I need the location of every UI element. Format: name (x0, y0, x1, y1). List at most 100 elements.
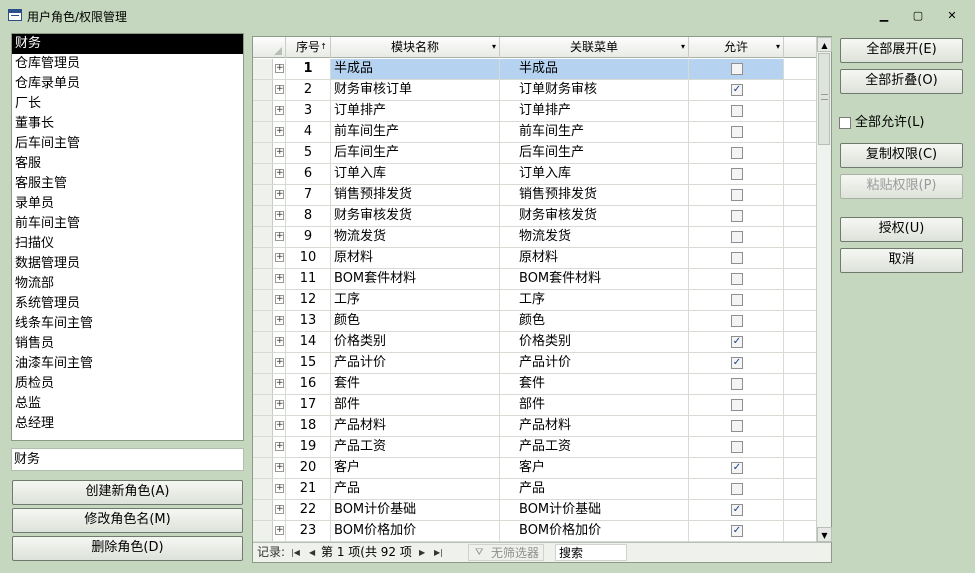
allow-checkbox[interactable]: ✓ (731, 84, 743, 96)
dropdown-arrow-icon[interactable]: ▾ (492, 37, 496, 57)
filter-button[interactable]: ⛛ 无筛选器 (468, 544, 545, 561)
expander-cell[interactable]: + (273, 269, 286, 289)
row-selector[interactable] (253, 206, 273, 226)
role-list-item[interactable]: 后车间主管 (12, 134, 243, 154)
row-selector[interactable] (253, 164, 273, 184)
table-row[interactable]: +18 产品材料 产品材料 (253, 416, 816, 437)
expander-cell[interactable]: + (273, 290, 286, 310)
table-row[interactable]: +14 价格类别 价格类别 ✓ (253, 332, 816, 353)
row-selector[interactable] (253, 290, 273, 310)
seq-cell[interactable]: 3 (286, 101, 331, 121)
role-list-item[interactable]: 厂长 (12, 94, 243, 114)
role-list-item[interactable]: 系统管理员 (12, 294, 243, 314)
allow-cell[interactable] (689, 122, 784, 142)
table-row[interactable]: +20 客户 客户 ✓ (253, 458, 816, 479)
seq-cell[interactable]: 12 (286, 290, 331, 310)
expand-all-button[interactable]: 全部展开(E) (840, 38, 963, 63)
table-row[interactable]: +5 后车间生产 后车间生产 (253, 143, 816, 164)
expand-plus-icon[interactable]: + (275, 253, 284, 262)
menu-cell[interactable]: BOM套件材料 (500, 269, 689, 289)
module-cell[interactable]: 物流发货 (331, 227, 500, 247)
allow-cell[interactable] (689, 227, 784, 247)
module-cell[interactable]: BOM价格加价 (331, 521, 500, 541)
table-row[interactable]: +11 BOM套件材料 BOM套件材料 (253, 269, 816, 290)
menu-cell[interactable]: 原材料 (500, 248, 689, 268)
module-cell[interactable]: 财务审核发货 (331, 206, 500, 226)
table-row[interactable]: +8 财务审核发货 财务审核发货 (253, 206, 816, 227)
menu-cell[interactable]: 订单财务审核 (500, 80, 689, 100)
scroll-thumb[interactable] (818, 53, 830, 145)
allow-cell[interactable] (689, 311, 784, 331)
role-list-item[interactable]: 物流部 (12, 274, 243, 294)
expand-plus-icon[interactable]: + (275, 358, 284, 367)
allow-cell[interactable] (689, 101, 784, 121)
expander-cell[interactable]: + (273, 185, 286, 205)
table-row[interactable]: +13 颜色 颜色 (253, 311, 816, 332)
role-list-item[interactable]: 董事长 (12, 114, 243, 134)
module-cell[interactable]: 销售预排发货 (331, 185, 500, 205)
expand-plus-icon[interactable]: + (275, 526, 284, 535)
row-selector[interactable] (253, 395, 273, 415)
allow-checkbox[interactable] (731, 147, 743, 159)
close-button[interactable]: ✕ (943, 9, 961, 23)
next-record-icon[interactable]: ▶ (419, 543, 425, 562)
module-cell[interactable]: 产品工资 (331, 437, 500, 457)
scroll-up-icon[interactable]: ▲ (817, 37, 832, 52)
expand-plus-icon[interactable]: + (275, 421, 284, 430)
allow-checkbox[interactable] (731, 63, 743, 75)
row-selector[interactable] (253, 479, 273, 499)
allow-checkbox[interactable] (731, 483, 743, 495)
delete-role-button[interactable]: 删除角色(D) (12, 536, 243, 561)
row-selector[interactable] (253, 332, 273, 352)
menu-cell[interactable]: 套件 (500, 374, 689, 394)
allow-cell[interactable]: ✓ (689, 500, 784, 520)
module-cell[interactable]: 订单入库 (331, 164, 500, 184)
expand-plus-icon[interactable]: + (275, 379, 284, 388)
allow-cell[interactable] (689, 185, 784, 205)
table-row[interactable]: +7 销售预排发货 销售预排发货 (253, 185, 816, 206)
allow-checkbox[interactable] (731, 399, 743, 411)
expand-plus-icon[interactable]: + (275, 505, 284, 514)
expand-plus-icon[interactable]: + (275, 85, 284, 94)
allow-checkbox[interactable] (731, 294, 743, 306)
row-selector[interactable] (253, 143, 273, 163)
menu-cell[interactable]: BOM价格加价 (500, 521, 689, 541)
allow-checkbox[interactable] (731, 420, 743, 432)
menu-cell[interactable]: 前车间生产 (500, 122, 689, 142)
vertical-scrollbar[interactable]: ▲ ▼ (816, 37, 832, 542)
role-list-item[interactable]: 线条车间主管 (12, 314, 243, 334)
allow-checkbox[interactable] (731, 252, 743, 264)
allow-checkbox[interactable] (731, 315, 743, 327)
dropdown-arrow-icon[interactable]: ▾ (776, 37, 780, 57)
allow-cell[interactable] (689, 206, 784, 226)
allow-cell[interactable] (689, 479, 784, 499)
table-row[interactable]: +2 财务审核订单 订单财务审核 ✓ (253, 80, 816, 101)
prev-record-icon[interactable]: ◀ (309, 543, 315, 562)
table-row[interactable]: +23 BOM价格加价 BOM价格加价 ✓ (253, 521, 816, 542)
seq-cell[interactable]: 16 (286, 374, 331, 394)
seq-cell[interactable]: 23 (286, 521, 331, 541)
menu-cell[interactable]: 财务审核发货 (500, 206, 689, 226)
allow-checkbox[interactable] (731, 378, 743, 390)
row-selector[interactable] (253, 248, 273, 268)
expander-cell[interactable]: + (273, 416, 286, 436)
role-list-item[interactable]: 录单员 (12, 194, 243, 214)
seq-cell[interactable]: 15 (286, 353, 331, 373)
menu-cell[interactable]: 颜色 (500, 311, 689, 331)
allow-cell[interactable] (689, 395, 784, 415)
table-row[interactable]: +10 原材料 原材料 (253, 248, 816, 269)
record-position[interactable]: 第 1 项(共 92 项 (321, 543, 412, 562)
menu-cell[interactable]: 产品材料 (500, 416, 689, 436)
row-selector[interactable] (253, 59, 273, 79)
table-row[interactable]: +17 部件 部件 (253, 395, 816, 416)
allow-cell[interactable]: ✓ (689, 80, 784, 100)
seq-cell[interactable]: 1 (286, 59, 331, 79)
minimize-button[interactable]: ▁ (875, 9, 893, 23)
seq-cell[interactable]: 5 (286, 143, 331, 163)
menu-cell[interactable]: 价格类别 (500, 332, 689, 352)
expand-plus-icon[interactable]: + (275, 169, 284, 178)
seq-cell[interactable]: 19 (286, 437, 331, 457)
expander-cell[interactable]: + (273, 164, 286, 184)
expand-plus-icon[interactable]: + (275, 484, 284, 493)
seq-cell[interactable]: 8 (286, 206, 331, 226)
